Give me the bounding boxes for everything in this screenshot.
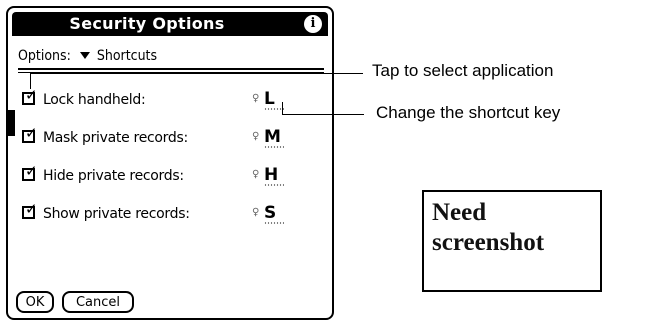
- checkmark-icon: ✓: [25, 200, 38, 218]
- placeholder-box: Need screenshot: [422, 190, 602, 292]
- mask-checkbox[interactable]: ✓: [22, 126, 38, 143]
- scroll-tab: [8, 110, 15, 136]
- info-icon[interactable]: i: [304, 15, 322, 33]
- options-divider: [18, 68, 324, 70]
- key-underline: [264, 146, 284, 148]
- callout-leader-select-app: [30, 73, 31, 89]
- lock-checkbox[interactable]: ✓: [22, 88, 38, 105]
- hide-label: Hide private records:: [43, 168, 184, 184]
- graffiti-key-icon: ♀: [252, 131, 260, 142]
- show-label: Show private records:: [43, 206, 190, 222]
- checkmark-icon: ✓: [25, 162, 38, 180]
- placeholder-line-2: screenshot: [432, 229, 545, 256]
- graffiti-key-icon: ♀: [252, 207, 260, 218]
- checkmark-icon: ✓: [25, 124, 38, 142]
- show-checkbox[interactable]: ✓: [22, 202, 38, 219]
- triangle-down-icon: [79, 52, 90, 59]
- options-label: Options:: [18, 48, 71, 64]
- shortcut-row-show: ✓ Show private records: ♀ S: [22, 202, 322, 224]
- hide-checkbox[interactable]: ✓: [22, 164, 38, 181]
- mask-label: Mask private records:: [43, 130, 188, 146]
- graffiti-key-icon: ♀: [252, 93, 260, 104]
- show-shortcut-key[interactable]: S: [264, 203, 276, 223]
- ok-button[interactable]: OK: [16, 291, 54, 313]
- hide-shortcut-key[interactable]: H: [264, 165, 278, 185]
- callout-leader-change-key: [282, 102, 283, 115]
- placeholder-text: Need screenshot: [432, 198, 544, 258]
- callout-line-change-key: [282, 114, 364, 115]
- mask-shortcut-key[interactable]: M: [264, 127, 281, 147]
- key-underline: [264, 184, 284, 186]
- title-bar: Security Options i: [12, 12, 328, 36]
- security-options-dialog: Security Options i Options: Shortcuts ✓ …: [6, 6, 334, 320]
- dialog-title: Security Options: [69, 14, 225, 33]
- graffiti-key-icon: ♀: [252, 169, 260, 180]
- options-picker[interactable]: Options: Shortcuts: [18, 48, 157, 64]
- callout-change-key: Change the shortcut key: [376, 103, 561, 122]
- options-selected-value: Shortcuts: [96, 48, 158, 64]
- shortcut-row-lock: ✓ Lock handheld: ♀ L: [22, 88, 322, 110]
- lock-shortcut-key[interactable]: L: [264, 89, 275, 109]
- shortcut-row-hide: ✓ Hide private records: ♀ H: [22, 164, 322, 186]
- key-underline: [264, 222, 284, 224]
- callout-line-select-app: [30, 73, 363, 74]
- checkmark-icon: ✓: [25, 86, 38, 104]
- placeholder-line-1: Need: [432, 199, 487, 226]
- lock-label: Lock handheld:: [43, 92, 146, 108]
- cancel-button[interactable]: Cancel: [62, 291, 134, 313]
- key-underline: [264, 108, 284, 110]
- callout-select-app: Tap to select application: [372, 61, 554, 80]
- shortcut-row-mask: ✓ Mask private records: ♀ M: [22, 126, 322, 148]
